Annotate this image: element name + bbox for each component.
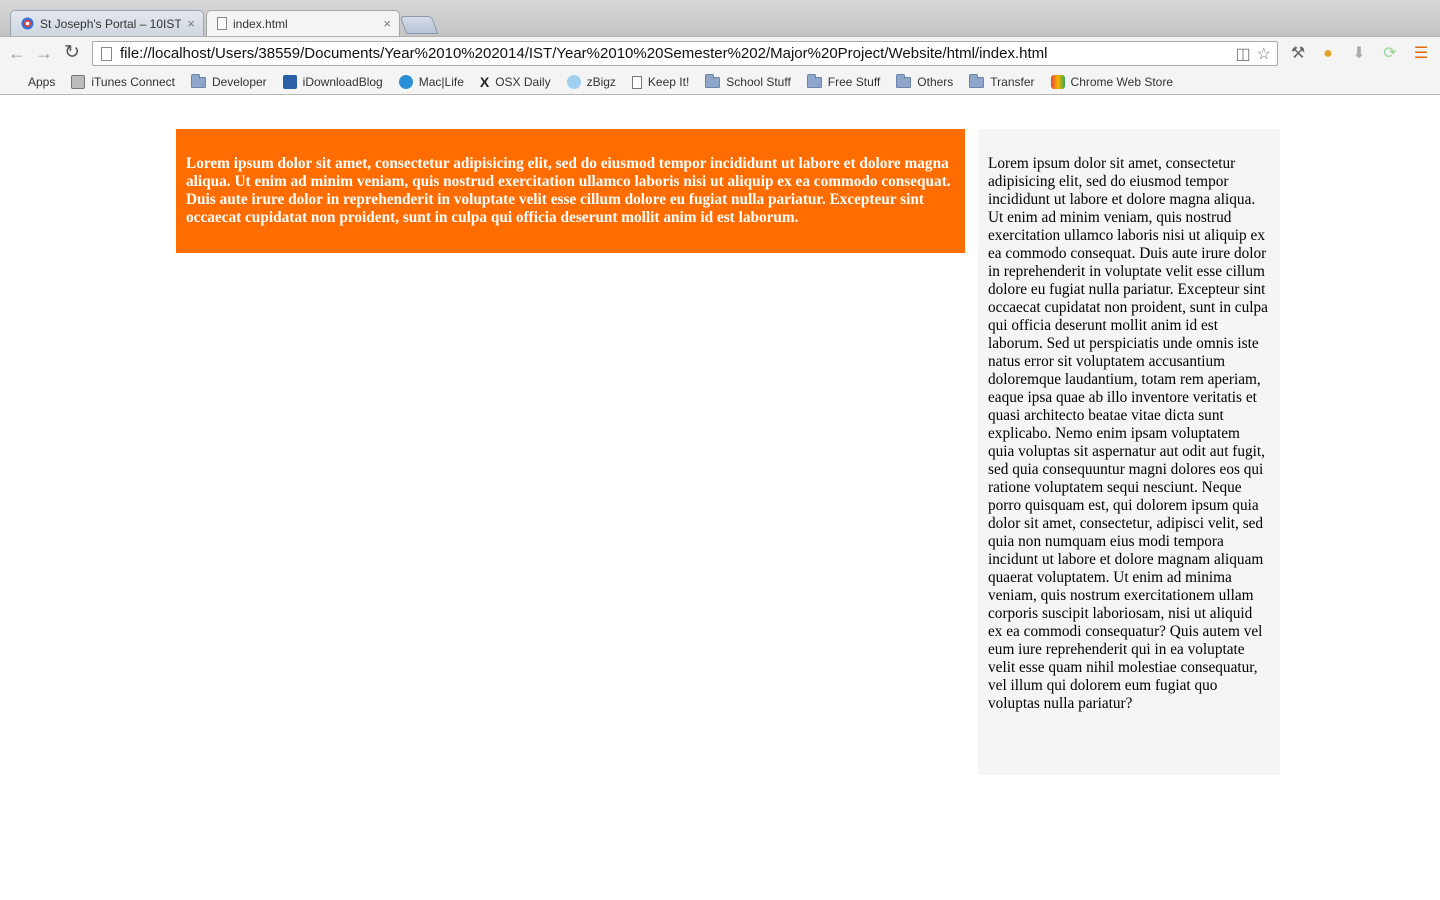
bookmark-label: Free Stuff — [827, 75, 881, 89]
apps-grid-icon — [10, 76, 22, 88]
bookmarks-bar: Apps iTunes Connect Developer iDownloadB… — [0, 70, 1440, 95]
folder-icon — [896, 73, 912, 88]
bookmark-label: iTunes Connect — [91, 75, 175, 89]
tab-label: St Joseph's Portal – 10IST — [40, 16, 182, 31]
bookmark-chrome-web-store[interactable]: Chrome Web Store — [1050, 75, 1174, 89]
reader-icon[interactable]: ◫ — [1236, 44, 1251, 64]
back-arrow-icon[interactable]: ← — [6, 42, 28, 64]
page-icon — [631, 75, 642, 89]
folder-icon — [190, 73, 206, 88]
folder-icon — [705, 73, 721, 88]
zbigz-icon — [566, 75, 581, 89]
bookmark-transfer[interactable]: Transfer — [969, 73, 1035, 89]
extension-icon[interactable]: ● — [1318, 44, 1338, 64]
sidebar-box: Lorem ipsum dolor sit amet, consectetur … — [978, 129, 1280, 775]
folder-icon — [969, 73, 985, 88]
bookmark-itunes-connect[interactable]: iTunes Connect — [71, 75, 175, 89]
bookmark-free-stuff[interactable]: Free Stuff — [806, 73, 881, 89]
idb-icon — [282, 75, 297, 89]
forward-arrow-icon[interactable]: → — [33, 42, 55, 64]
url-text[interactable]: file://localhost/Users/38559/Documents/Y… — [120, 45, 1236, 62]
maclife-icon — [398, 75, 413, 89]
bookmark-star-icon[interactable]: ☆ — [1257, 44, 1271, 64]
download-icon[interactable]: ⬇ — [1349, 44, 1369, 64]
new-tab-button[interactable] — [399, 16, 439, 34]
bookmark-label: Transfer — [990, 75, 1035, 89]
address-bar[interactable]: file://localhost/Users/38559/Documents/Y… — [92, 41, 1278, 66]
apple-icon — [71, 75, 86, 89]
bookmark-apps[interactable]: Apps — [10, 75, 55, 89]
bookmark-label: Chrome Web Store — [1070, 75, 1174, 89]
browser-toolbar: ← → ↻ file://localhost/Users/38559/Docum… — [0, 36, 1440, 71]
folder-icon — [806, 73, 822, 88]
sidebar-paragraph: Lorem ipsum dolor sit amet, consectetur … — [988, 155, 1268, 712]
bookmark-keep-it[interactable]: Keep It! — [631, 75, 690, 89]
wrench-icon[interactable]: ⚒ — [1288, 44, 1308, 64]
tab-strip: St Joseph's Portal – 10IST × index.html … — [0, 0, 1440, 36]
main-content-box: Lorem ipsum dolor sit amet, consectetur … — [176, 129, 965, 253]
bookmark-label: OSX Daily — [495, 75, 551, 89]
bookmark-maclife[interactable]: Mac|Life — [398, 75, 464, 89]
chrome-favicon-icon — [21, 17, 34, 30]
tab-st-josephs-portal[interactable]: St Joseph's Portal – 10IST × — [10, 10, 204, 36]
bookmark-zbigz[interactable]: zBigz — [566, 75, 616, 89]
tab-close-icon[interactable]: × — [383, 16, 391, 31]
bookmark-others[interactable]: Others — [896, 73, 954, 89]
bookmark-osx-daily[interactable]: X OSX Daily — [480, 74, 551, 90]
osx-daily-icon: X — [479, 74, 490, 90]
menu-icon[interactable]: ☰ — [1411, 44, 1431, 64]
tab-index-html[interactable]: index.html × — [206, 10, 400, 36]
reload-icon[interactable]: ↻ — [61, 42, 83, 64]
bookmark-label: Apps — [28, 75, 56, 89]
bookmark-label: Developer — [211, 75, 267, 89]
chrome-web-store-icon — [1050, 75, 1065, 89]
tab-close-icon[interactable]: × — [187, 16, 195, 31]
bookmark-label: Others — [917, 75, 954, 89]
page-icon — [101, 46, 112, 61]
bookmark-label: zBigz — [586, 75, 616, 89]
tab-label: index.html — [233, 16, 288, 31]
bookmark-school-stuff[interactable]: School Stuff — [705, 73, 791, 89]
bookmark-label: iDownloadBlog — [302, 75, 383, 89]
bookmark-idownloadblog[interactable]: iDownloadBlog — [282, 75, 383, 89]
main-paragraph: Lorem ipsum dolor sit amet, consectetur … — [186, 155, 951, 226]
bookmark-label: Mac|Life — [418, 75, 464, 89]
bookmark-label: School Stuff — [726, 75, 791, 89]
sync-icon[interactable]: ⟳ — [1380, 44, 1400, 64]
page-icon — [217, 17, 227, 30]
bookmark-developer[interactable]: Developer — [190, 73, 267, 89]
bookmark-label: Keep It! — [647, 75, 690, 89]
